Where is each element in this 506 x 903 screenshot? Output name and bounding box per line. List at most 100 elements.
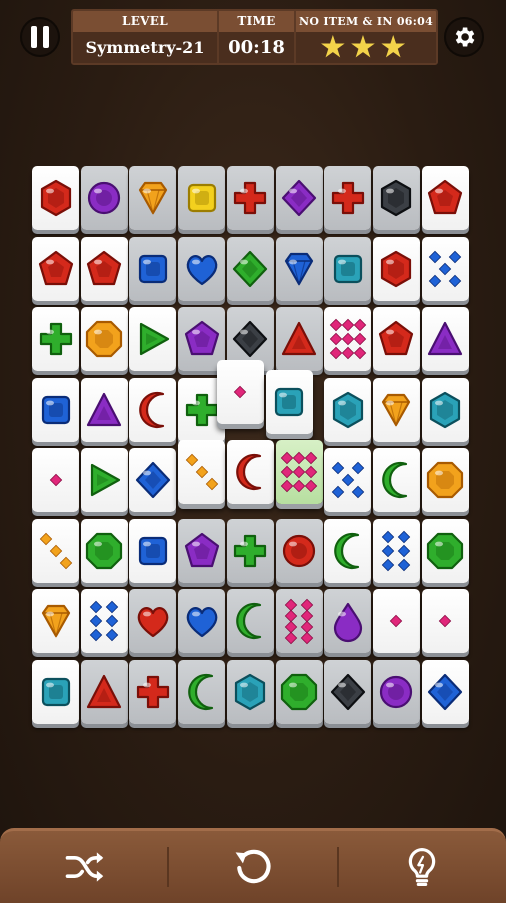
- rhombus-black-icon: [330, 673, 365, 710]
- cross-red-icon: [234, 181, 267, 215]
- tile-pentagon-red[interactable]: [80, 236, 128, 301]
- tile-hex-red[interactable]: [32, 166, 79, 230]
- tile-dots5-blue[interactable]: [421, 236, 469, 301]
- moon-green-icon: [333, 532, 359, 569]
- tile-rhombus-blue[interactable]: [421, 659, 469, 724]
- tile-heart-red: [129, 589, 177, 653]
- rhombus-green-icon: [233, 250, 268, 287]
- rhombus-purple-icon: [281, 179, 317, 217]
- level-label: LEVEL: [122, 14, 168, 28]
- rhombus-black-icon: [233, 320, 268, 358]
- tile-dots1-pink[interactable]: [372, 589, 420, 653]
- tile-pentagon-red[interactable]: [421, 166, 469, 230]
- oct-orange-icon: [426, 461, 464, 499]
- tile-oct-orange[interactable]: [421, 448, 469, 512]
- tile-rhombus-blue[interactable]: [129, 448, 177, 512]
- diamond-blue-icon: [284, 252, 314, 286]
- tile-square-teal[interactable]: [265, 369, 313, 434]
- dots3-orange-icon: [39, 532, 72, 569]
- square-teal-icon: [41, 677, 70, 706]
- tile-dots1-pink[interactable]: [216, 359, 264, 424]
- tile-cross-green[interactable]: [32, 307, 79, 371]
- diamond-orange-icon: [382, 393, 411, 427]
- pentagon-red-icon: [38, 250, 73, 285]
- moon-green-icon: [187, 673, 213, 710]
- tile-dots5-blue[interactable]: [324, 448, 372, 512]
- hint-button[interactable]: [339, 831, 506, 903]
- tile-triangle-purple[interactable]: [421, 307, 469, 371]
- oct-green-icon: [86, 532, 123, 569]
- time-label: TIME: [237, 14, 276, 28]
- triangle-purple-icon: [87, 392, 122, 426]
- tile-moon-green[interactable]: [324, 518, 372, 583]
- lightbulb-icon: [409, 847, 436, 887]
- tile-dots6-blue[interactable]: [80, 589, 128, 653]
- diamond-orange-icon: [41, 604, 70, 639]
- tile-square-blue[interactable]: [129, 518, 177, 583]
- tile-moon-red[interactable]: [129, 377, 177, 442]
- tile-square-teal[interactable]: [32, 659, 79, 724]
- tile-moon-green[interactable]: [372, 448, 420, 512]
- settings-button[interactable]: [444, 17, 484, 57]
- hex-teal-icon: [235, 673, 266, 710]
- tile-dots9-pink[interactable]: [324, 307, 372, 371]
- tile-hex-black: [372, 166, 420, 230]
- pause-icon: [28, 26, 52, 48]
- tile-pentagon-red[interactable]: [32, 236, 79, 301]
- time-value: 00:18: [219, 32, 294, 63]
- tile-dots1-pink[interactable]: [421, 589, 469, 653]
- tile-hex-red[interactable]: [372, 236, 420, 301]
- tile-rhombus-green: [226, 236, 274, 301]
- tile-square-blue[interactable]: [32, 377, 79, 442]
- oct-orange-icon: [86, 320, 123, 358]
- heart-red-icon: [137, 607, 169, 638]
- triangle-purple-icon: [427, 321, 463, 356]
- heart-blue-icon: [186, 607, 217, 638]
- moon-red-icon: [139, 391, 164, 428]
- tile-rhombus-purple: [275, 166, 323, 230]
- tile-triangle-green[interactable]: [80, 448, 128, 512]
- tile-hex-teal[interactable]: [324, 377, 372, 442]
- shuffle-button[interactable]: [0, 831, 167, 903]
- tile-hex-teal[interactable]: [421, 377, 469, 442]
- tile-triangle-purple[interactable]: [80, 377, 128, 442]
- tile-circle-red: [275, 518, 323, 583]
- tile-moon-red[interactable]: [226, 440, 274, 504]
- hex-black-icon: [381, 179, 412, 217]
- pentagon-red-icon: [427, 179, 463, 215]
- tile-moon-green: [226, 589, 274, 653]
- tile-moon-green: [178, 659, 226, 724]
- tile-heart-blue: [178, 589, 226, 653]
- tile-hex-teal: [226, 659, 274, 724]
- circle-purple-icon: [380, 675, 413, 708]
- level-value: Symmetry-21: [73, 32, 217, 63]
- tile-oct-green[interactable]: [80, 518, 128, 583]
- tile-dots3-orange[interactable]: [32, 518, 79, 583]
- cross-red-icon: [136, 675, 169, 708]
- tile-diamond-orange[interactable]: [32, 589, 79, 653]
- goal-cell: NO ITEM & IN 06:04 ★★★: [296, 11, 436, 63]
- rhombus-blue-icon: [427, 673, 463, 710]
- hex-red-icon: [40, 179, 71, 217]
- drop-purple-icon: [333, 602, 362, 643]
- tile-diamond-orange: [129, 166, 177, 230]
- tile-cross-green: [226, 518, 274, 583]
- tile-diamond-orange[interactable]: [372, 377, 420, 442]
- tile-oct-green[interactable]: [421, 518, 469, 583]
- cross-green-icon: [39, 322, 72, 356]
- tile-pentagon-red[interactable]: [372, 307, 420, 371]
- top-bar: LEVEL Symmetry-21 TIME 00:18 NO ITEM & I…: [0, 0, 506, 80]
- dots6-blue-icon: [382, 530, 411, 571]
- hex-teal-icon: [332, 391, 363, 428]
- undo-button[interactable]: [169, 831, 336, 903]
- tile-dots6-blue[interactable]: [372, 518, 420, 583]
- square-blue-icon: [138, 254, 167, 283]
- pause-button[interactable]: [20, 17, 60, 57]
- tile-oct-orange[interactable]: [80, 307, 128, 371]
- tile-dots1-pink[interactable]: [32, 448, 79, 512]
- tile-triangle-green[interactable]: [129, 307, 177, 371]
- moon-green-icon: [382, 461, 408, 499]
- tile-dots9-pink[interactable]: [275, 440, 323, 504]
- tile-drop-purple: [324, 589, 372, 653]
- tile-dots3-orange[interactable]: [178, 440, 226, 504]
